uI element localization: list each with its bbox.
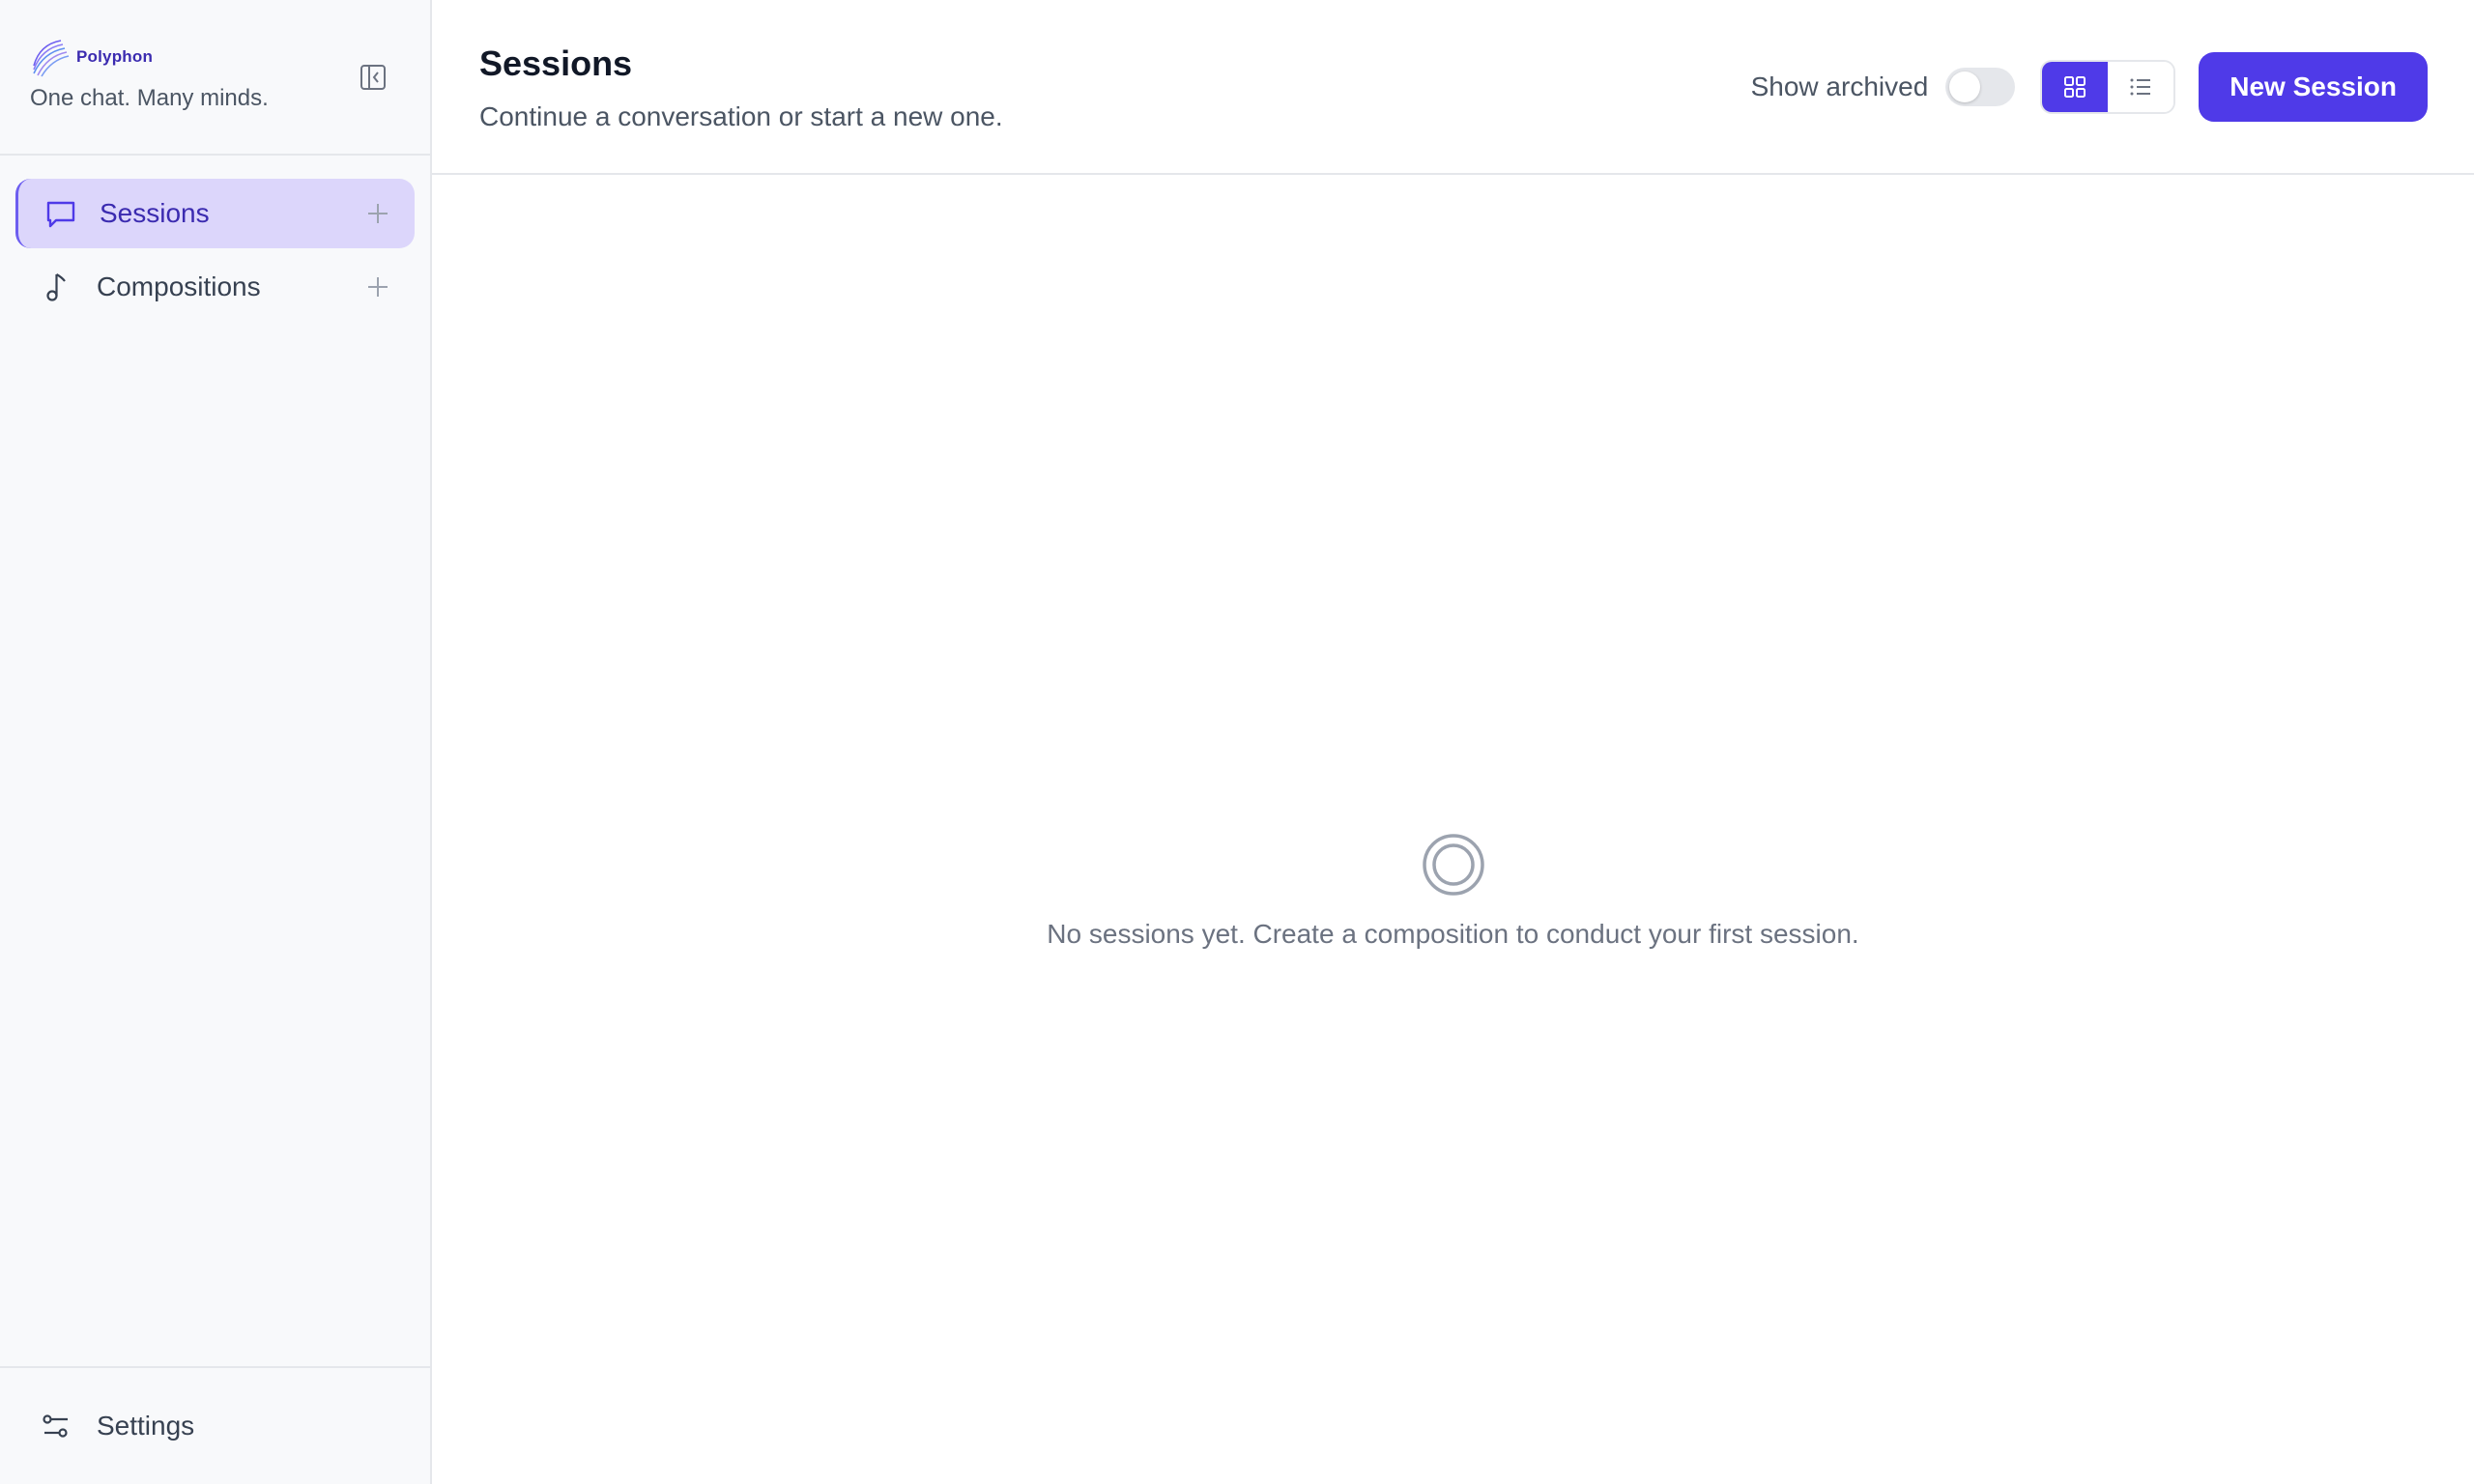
main-panel: Sessions Continue a conversation or star… (432, 0, 2474, 1484)
list-view-button[interactable] (2108, 62, 2174, 112)
page-header: Sessions Continue a conversation or star… (432, 0, 2474, 175)
add-composition-button[interactable] (364, 273, 391, 300)
show-archived-toggle[interactable] (1945, 68, 2016, 106)
sidebar-item-compositions[interactable]: Compositions (15, 252, 415, 322)
sidebar-item-sessions[interactable]: Sessions (15, 179, 415, 248)
toggle-knob (1949, 71, 1981, 102)
sidebar-item-label: Sessions (100, 198, 210, 228)
new-session-button[interactable]: New Session (2199, 52, 2428, 122)
settings-label: Settings (97, 1411, 195, 1441)
sessions-content: No sessions yet. Create a composition to… (432, 175, 2474, 1484)
sidebar-item-settings[interactable]: Settings (0, 1366, 430, 1484)
sidebar-collapse-button[interactable] (358, 62, 388, 93)
empty-state: No sessions yet. Create a composition to… (432, 832, 2474, 950)
sidebar-header: Polyphon One chat. Many minds. (0, 0, 430, 156)
brand-name: Polyphon (76, 47, 154, 66)
sidebar-nav: Sessions Compositions (0, 156, 430, 1366)
list-icon (2130, 78, 2151, 96)
sidebar: Polyphon One chat. Many minds. Sessions (0, 0, 432, 1484)
view-mode-switch (2040, 60, 2176, 114)
sidebar-collapse-icon (360, 65, 386, 90)
grid-view-button[interactable] (2042, 62, 2109, 112)
polyphon-logo-icon (33, 40, 70, 77)
header-actions: Show archived New Session (1751, 52, 2428, 122)
plus-icon (368, 204, 388, 223)
empty-state-message: No sessions yet. Create a composition to… (1047, 919, 1859, 949)
grid-icon (2064, 76, 2086, 98)
add-session-button[interactable] (364, 200, 391, 227)
empty-circle-icon (1422, 834, 1484, 896)
app-window: Polyphon One chat. Many minds. Sessions (0, 0, 2474, 1484)
sliders-icon (39, 1409, 73, 1443)
sidebar-item-label: Compositions (97, 271, 261, 301)
chat-bubble-icon (43, 196, 78, 231)
show-archived-label: Show archived (1750, 71, 1929, 101)
music-note-icon (41, 270, 75, 304)
plus-icon (368, 277, 388, 297)
